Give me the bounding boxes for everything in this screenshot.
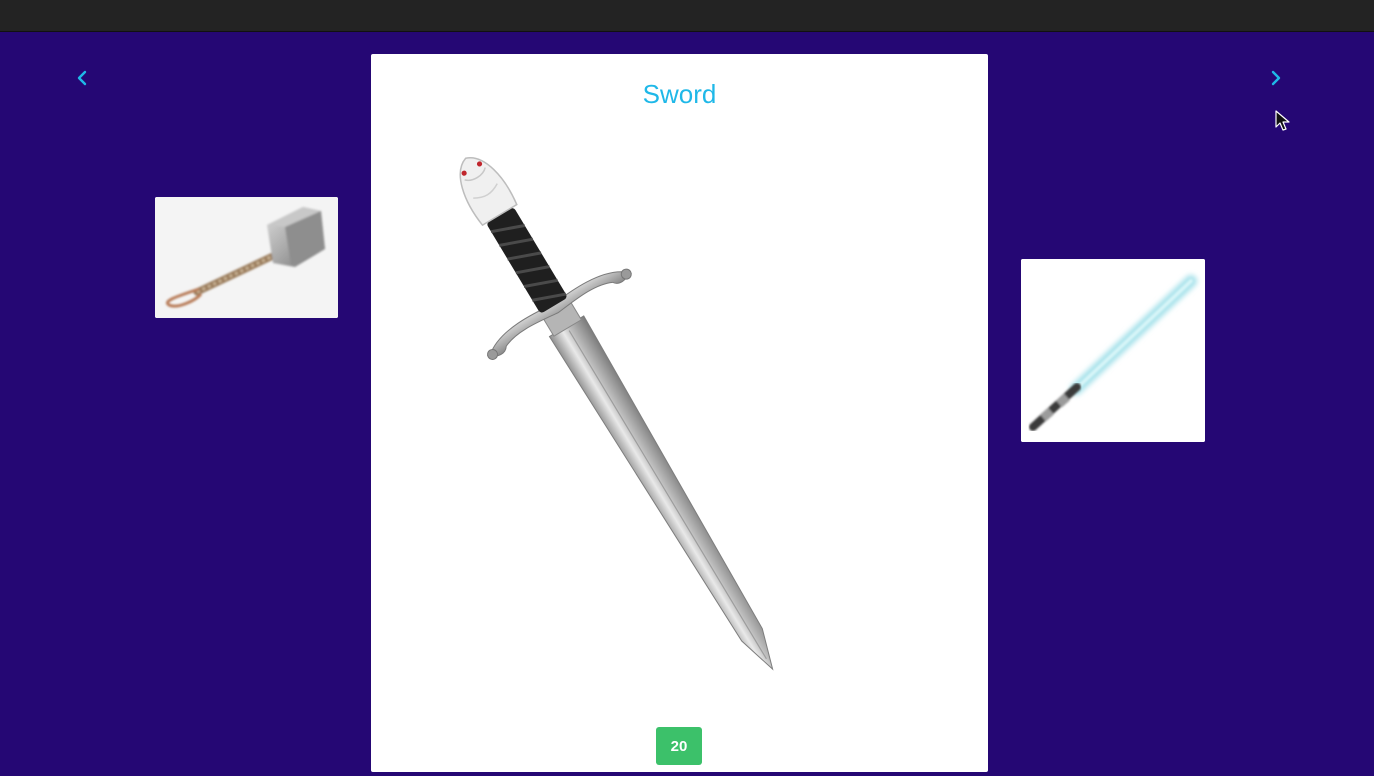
window-top-bar xyxy=(0,0,1374,32)
mouse-cursor-icon xyxy=(1275,110,1290,131)
next-item-thumbnail[interactable] xyxy=(1021,259,1205,442)
previous-arrow-button[interactable] xyxy=(68,64,96,92)
sword-icon xyxy=(459,157,774,671)
carousel-stage: Sword 20 xyxy=(0,32,1374,776)
item-count-badge: 20 xyxy=(656,727,702,765)
hammer-icon xyxy=(155,197,338,318)
current-item-card: Sword 20 xyxy=(371,54,988,772)
chevron-right-icon xyxy=(1271,70,1281,86)
chevron-left-icon xyxy=(77,70,87,86)
next-arrow-button[interactable] xyxy=(1262,64,1290,92)
previous-item-thumbnail[interactable] xyxy=(155,197,338,318)
item-title: Sword xyxy=(642,79,717,109)
lightsaber-icon xyxy=(1021,259,1205,442)
